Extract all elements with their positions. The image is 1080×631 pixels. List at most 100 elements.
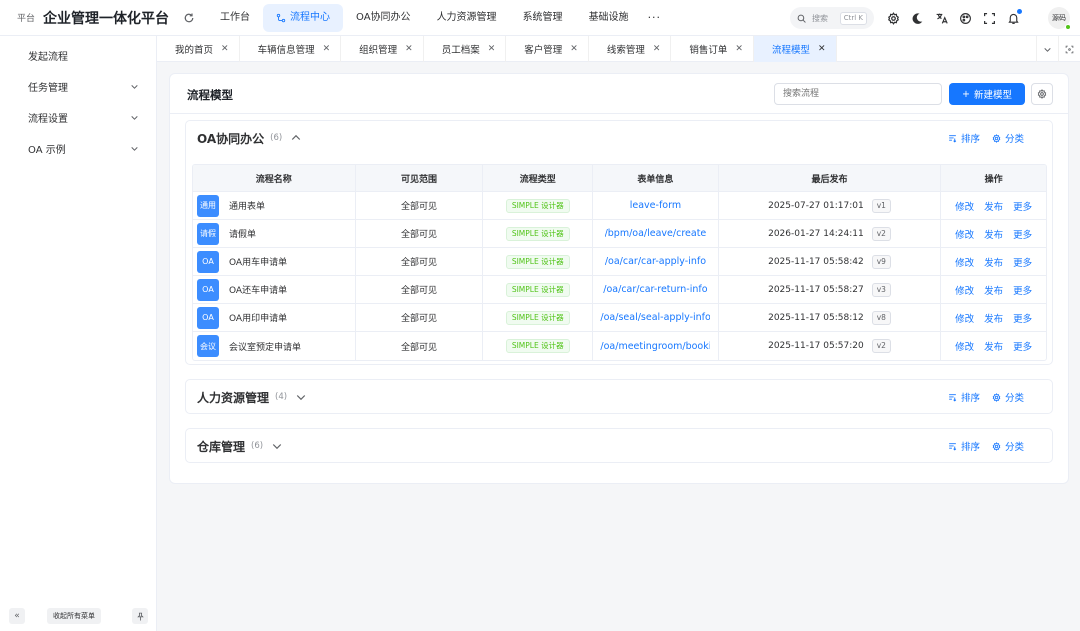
category-button[interactable]: 分类	[992, 131, 1024, 145]
form-link[interactable]: /oa/car/car-apply-info	[605, 256, 706, 267]
search-icon	[797, 14, 806, 23]
edit-button[interactable]: 修改	[955, 255, 974, 269]
sort-label: 排序	[960, 134, 980, 145]
tab-label: 销售订单	[689, 44, 728, 56]
sort-button[interactable]: 排序	[948, 439, 980, 453]
pin-icon[interactable]	[132, 608, 148, 624]
nav-infra[interactable]: 基础设施	[576, 4, 642, 32]
close-icon[interactable]: ✕	[221, 44, 229, 54]
tabs-dropdown-chevron-icon[interactable]	[1036, 36, 1058, 62]
close-icon[interactable]: ✕	[405, 44, 413, 54]
type-badge: SIMPLE 设计器	[505, 310, 570, 325]
edit-button[interactable]: 修改	[955, 199, 974, 213]
tab-label: 我的首页	[175, 44, 214, 56]
dark-mode-icon[interactable]	[910, 11, 924, 25]
more-button[interactable]: 更多	[1013, 255, 1032, 269]
nav-system[interactable]: 系统管理	[510, 4, 576, 32]
global-search[interactable]: 搜索 Ctrl K	[790, 7, 874, 29]
close-icon[interactable]: ✕	[653, 44, 661, 54]
chevron-down-icon[interactable]	[295, 391, 307, 403]
fullscreen-icon[interactable]	[982, 11, 996, 25]
close-icon[interactable]: ✕	[735, 44, 743, 54]
category-badge: 请假	[197, 222, 219, 245]
group-header: OA协同办公 (6) 排序 分类	[186, 121, 1052, 155]
publish-button[interactable]: 发布	[984, 339, 1003, 353]
sort-label: 排序	[960, 393, 980, 404]
form-link[interactable]: /bpm/oa/leave/create	[605, 228, 707, 239]
more-button[interactable]: 更多	[1013, 283, 1032, 297]
category-button[interactable]: 分类	[992, 439, 1024, 453]
col-header-actions: 操作	[984, 174, 1003, 185]
process-model-card: 流程模型 + 新建模型 OA协同办公 (6) 排序 分类	[169, 73, 1069, 484]
more-nav-button[interactable]: ···	[648, 11, 662, 24]
sidebar-item-oa-examples[interactable]: OA 示例	[0, 133, 156, 164]
nav-label: 流程中心	[290, 11, 331, 23]
close-icon[interactable]: ✕	[323, 44, 331, 54]
edit-button[interactable]: 修改	[955, 311, 974, 325]
sort-button[interactable]: 排序	[948, 390, 980, 404]
tab-vehicle-info[interactable]: 车辆信息管理 ✕	[240, 35, 342, 62]
notification-bell-icon[interactable]	[1006, 9, 1022, 25]
sidebar-item-task-management[interactable]: 任务管理	[0, 71, 156, 102]
collapse-all-menus-button[interactable]: 收起所有菜单	[47, 608, 101, 624]
form-link[interactable]: leave-form	[630, 200, 681, 211]
cell-actions: 修改 发布 更多	[941, 304, 1046, 331]
theme-icon[interactable]	[958, 11, 972, 25]
publish-button[interactable]: 发布	[984, 227, 1003, 241]
tab-sales-order[interactable]: 销售订单 ✕	[671, 35, 754, 62]
cell-name: OA OA用车申请单	[193, 248, 356, 275]
category-button[interactable]: 分类	[992, 390, 1024, 404]
publish-button[interactable]: 发布	[984, 255, 1003, 269]
form-link[interactable]: /oa/seal/seal-apply-info	[600, 312, 710, 323]
page-title: 流程模型	[187, 88, 233, 102]
tab-org[interactable]: 组织管理 ✕	[341, 35, 424, 62]
table-row: OA OA用印申请单 全部可见 SIMPLE 设计器 /oa/seal/seal-…	[193, 304, 1046, 332]
tab-home[interactable]: 我的首页 ✕	[157, 35, 240, 62]
tab-leads[interactable]: 线索管理 ✕	[589, 35, 672, 62]
more-button[interactable]: 更多	[1013, 339, 1032, 353]
chevron-up-icon[interactable]	[290, 132, 302, 144]
more-button[interactable]: 更多	[1013, 227, 1032, 241]
sidebar-item-label: OA 示例	[28, 145, 66, 156]
process-name: OA用印申请单	[229, 314, 288, 324]
close-icon[interactable]: ✕	[488, 44, 496, 54]
version-badge: v9	[871, 254, 891, 269]
sidebar-item-start-process[interactable]: 发起流程	[0, 40, 156, 71]
nav-hr[interactable]: 人力资源管理	[424, 4, 510, 32]
search-process-input[interactable]	[774, 83, 942, 105]
tab-employee[interactable]: 员工档案 ✕	[424, 35, 507, 62]
settings-icon[interactable]	[886, 11, 900, 25]
refresh-icon[interactable]	[183, 12, 195, 24]
form-link[interactable]: /oa/car/car-return-info	[603, 284, 707, 295]
publish-button[interactable]: 发布	[984, 311, 1003, 325]
close-icon[interactable]: ✕	[818, 44, 826, 54]
sidebar-item-process-settings[interactable]: 流程设置	[0, 102, 156, 133]
sidebar-item-label: 发起流程	[28, 52, 68, 63]
collapse-sidebar-button[interactable]: «	[9, 608, 25, 624]
publish-button[interactable]: 发布	[984, 199, 1003, 213]
tab-customer[interactable]: 客户管理 ✕	[506, 35, 589, 62]
form-link[interactable]: /oa/meetingroom/bookir	[600, 341, 710, 352]
user-avatar[interactable]: 源码	[1048, 7, 1071, 30]
card-settings-button[interactable]	[1031, 83, 1053, 105]
maximize-content-icon[interactable]	[1058, 36, 1080, 62]
edit-button[interactable]: 修改	[955, 283, 974, 297]
more-button[interactable]: 更多	[1013, 311, 1032, 325]
publish-button[interactable]: 发布	[984, 283, 1003, 297]
edit-button[interactable]: 修改	[955, 227, 974, 241]
more-button[interactable]: 更多	[1013, 199, 1032, 213]
new-model-button[interactable]: + 新建模型	[949, 83, 1025, 105]
category-badge: 通用	[197, 194, 219, 217]
translate-icon[interactable]	[934, 11, 948, 25]
nav-oa[interactable]: OA协同办公	[343, 4, 424, 32]
chevron-down-icon[interactable]	[271, 440, 283, 452]
sidebar: 发起流程 任务管理 流程设置 OA 示例 « 收起所有菜单	[0, 36, 157, 631]
edit-button[interactable]: 修改	[955, 339, 974, 353]
tab-process-model[interactable]: 流程模型 ✕	[753, 35, 837, 62]
nav-process-center[interactable]: 流程中心	[263, 3, 344, 32]
sort-button[interactable]: 排序	[948, 131, 980, 145]
group-header: 仓库管理 (6) 排序 分类	[186, 429, 1052, 463]
nav-workbench[interactable]: 工作台	[207, 4, 263, 32]
close-icon[interactable]: ✕	[570, 44, 578, 54]
version-badge: v3	[871, 282, 891, 297]
